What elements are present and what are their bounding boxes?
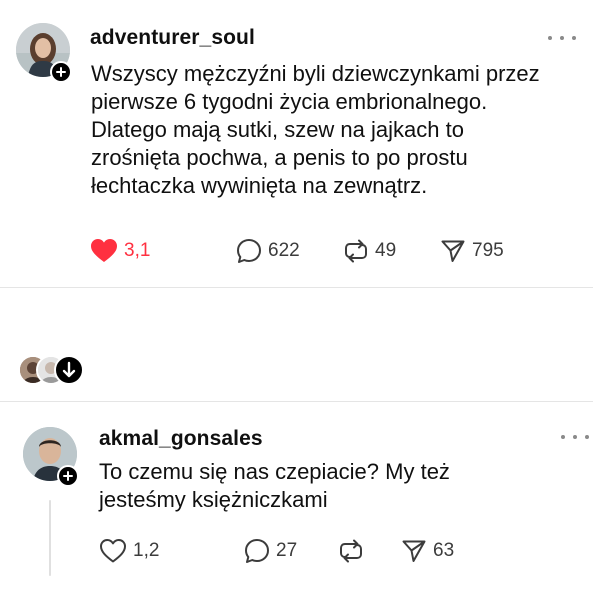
comment-count: 622 xyxy=(268,240,300,261)
post-text: Wszyscy mężczyźni byli dziewczynkami prz… xyxy=(91,61,540,198)
username[interactable]: akmal_gonsales xyxy=(99,427,263,451)
more-options-icon[interactable] xyxy=(548,31,576,45)
follow-plus-icon[interactable] xyxy=(50,61,72,83)
thread-line xyxy=(49,500,51,576)
more-options-icon[interactable] xyxy=(561,430,589,444)
post-divider xyxy=(0,401,593,402)
post-actions: 3,1 622 49 795 xyxy=(90,236,530,266)
like-count: 1,2 xyxy=(133,540,160,561)
share-paper-plane-icon xyxy=(402,540,426,562)
heart-outline-icon xyxy=(100,539,126,563)
repost-button[interactable]: 49 xyxy=(343,236,396,266)
like-button[interactable]: 1,2 xyxy=(99,536,159,566)
repost-count: 49 xyxy=(375,240,397,261)
like-count: 3,1 xyxy=(124,240,151,261)
username[interactable]: adventurer_soul xyxy=(90,26,255,50)
share-paper-plane-icon xyxy=(441,240,465,262)
post-divider xyxy=(0,287,593,288)
share-count: 63 xyxy=(433,540,455,561)
share-button[interactable]: 63 xyxy=(401,536,454,566)
comment-count: 27 xyxy=(276,540,298,561)
repost-icon xyxy=(340,539,362,563)
share-button[interactable]: 795 xyxy=(440,236,504,266)
comment-icon xyxy=(237,239,261,263)
post-actions: 1,2 27 63 xyxy=(99,536,499,566)
comment-icon xyxy=(245,539,269,563)
replies-avatar-stack[interactable] xyxy=(18,355,88,385)
heart-filled-icon xyxy=(91,239,117,262)
repost-button[interactable] xyxy=(338,536,370,566)
follow-plus-icon[interactable] xyxy=(57,465,79,487)
comment-button[interactable]: 622 xyxy=(236,236,300,266)
post-text: To czemu się nas czepiacie? My też jeste… xyxy=(99,459,450,512)
arrow-down-icon xyxy=(54,355,84,385)
comment-button[interactable]: 27 xyxy=(244,536,297,566)
repost-icon xyxy=(345,239,367,263)
share-count: 795 xyxy=(472,240,504,261)
like-button[interactable]: 3,1 xyxy=(90,236,150,266)
